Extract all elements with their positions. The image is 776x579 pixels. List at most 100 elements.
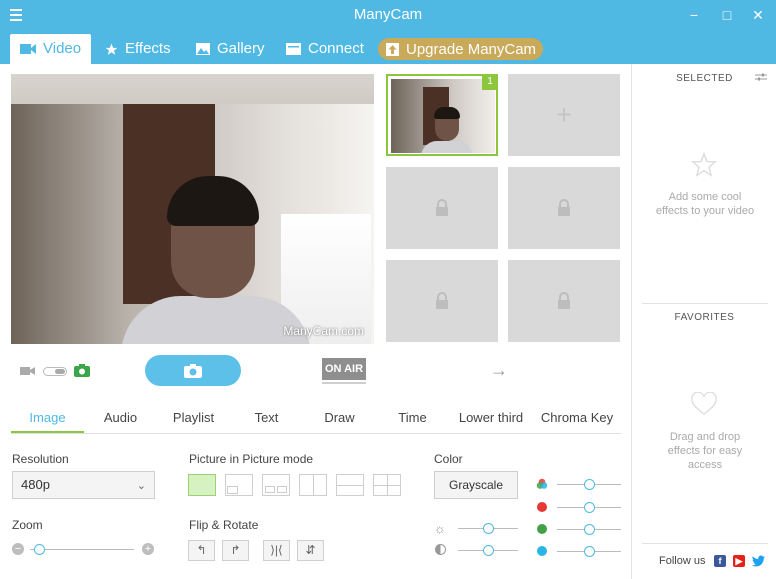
resolution-select[interactable]: 480p ⌄ [12, 471, 155, 499]
zoom-slider[interactable] [30, 549, 134, 550]
pip-mode-none[interactable] [188, 474, 216, 496]
contrast-slider-knob[interactable] [483, 545, 494, 556]
tab-effects-label: Effects [125, 40, 171, 57]
layer-slot-locked[interactable] [508, 167, 620, 249]
tab-chroma-key[interactable]: Chroma Key [535, 405, 619, 433]
rotate-right-button[interactable]: ↱ [222, 540, 249, 561]
favorites-header: FAVORITES [674, 312, 735, 323]
tab-video-label: Video [43, 40, 82, 57]
pip-mode-horizontal-split[interactable] [336, 474, 364, 496]
upgrade-button[interactable]: Upgrade ManyCam [378, 38, 543, 60]
tab-effects[interactable]: Effects [105, 34, 171, 64]
tab-gallery-label: Gallery [217, 40, 265, 57]
flip-horizontal-button[interactable]: ⟩|⟨ [263, 540, 290, 561]
video-mode-icon[interactable] [20, 365, 36, 377]
plus-icon: + [555, 99, 573, 130]
tab-playlist[interactable]: Playlist [157, 405, 230, 433]
flip-vertical-button[interactable]: ⇵ [297, 540, 324, 561]
blue-slider-knob[interactable] [584, 546, 595, 557]
red-channel-icon [537, 502, 547, 512]
tab-text[interactable]: Text [230, 405, 303, 433]
facebook-icon[interactable]: f [714, 555, 726, 567]
flip-horizontal-icon: ⟩|⟨ [270, 543, 283, 557]
pip-mode-side-by-side-small[interactable] [262, 474, 290, 496]
effects-sidebar: SELECTED Add some cool effects to your v… [631, 64, 776, 579]
settings-sliders-icon[interactable] [755, 72, 767, 82]
zoom-slider-knob[interactable] [34, 544, 45, 555]
star-icon [105, 43, 118, 55]
green-slider-knob[interactable] [584, 524, 595, 535]
pip-mode-vertical-split[interactable] [299, 474, 327, 496]
add-layer-button[interactable]: + [508, 74, 620, 156]
rotate-left-button[interactable]: ↰ [188, 540, 215, 561]
tab-image[interactable]: Image [11, 405, 84, 433]
tab-connect[interactable]: Connect [286, 34, 364, 64]
layer-slot-locked[interactable] [386, 260, 498, 342]
twitter-icon[interactable] [752, 555, 765, 567]
red-slider-knob[interactable] [584, 502, 595, 513]
monitor-icon [286, 43, 301, 55]
layer-slot-1[interactable]: 1 [386, 74, 498, 156]
tab-lower-third[interactable]: Lower third [451, 405, 531, 433]
rotate-left-icon: ↰ [196, 543, 207, 557]
image-icon [196, 43, 210, 55]
pip-mode-corner[interactable] [225, 474, 253, 496]
rgb-icon [536, 478, 548, 489]
pip-mode-quad[interactable] [373, 474, 401, 496]
camera-icon [184, 363, 202, 378]
tab-audio[interactable]: Audio [84, 405, 157, 433]
follow-us-label: Follow us [659, 555, 706, 567]
layer-slot-locked[interactable] [386, 167, 498, 249]
layer-thumbnail [391, 79, 495, 153]
green-channel-icon [537, 524, 547, 534]
zoom-out-icon[interactable]: − [12, 543, 24, 555]
resolution-label: Resolution [12, 452, 69, 466]
layer-slot-locked[interactable] [508, 260, 620, 342]
lock-icon [436, 292, 448, 309]
youtube-icon[interactable]: ▶ [733, 555, 745, 567]
watermark-text: ManyCam.com [283, 324, 364, 338]
lock-icon [436, 199, 448, 216]
flip-vertical-icon: ⇵ [305, 543, 316, 557]
mode-toggle[interactable] [43, 367, 67, 376]
layer-badge: 1 [482, 74, 498, 90]
lock-icon [558, 199, 570, 216]
zoom-in-icon[interactable]: + [142, 543, 154, 555]
arrow-right-icon[interactable]: → [490, 360, 508, 381]
upgrade-icon [386, 42, 399, 56]
on-air-button[interactable]: ON AIR [322, 358, 366, 384]
tab-gallery[interactable]: Gallery [196, 34, 265, 64]
rotate-right-icon: ↱ [230, 543, 241, 557]
maximize-button[interactable]: □ [717, 6, 737, 24]
color-label: Color [434, 452, 463, 466]
settings-tabs: Image Audio Playlist Text Draw Time Lowe… [11, 405, 621, 434]
chevron-down-icon: ⌄ [136, 480, 146, 492]
upgrade-label: Upgrade ManyCam [406, 40, 537, 58]
selected-hint: Add some cool effects to your video [655, 191, 755, 217]
rgb-slider-knob[interactable] [584, 479, 595, 490]
star-outline-icon [691, 152, 717, 178]
tab-time[interactable]: Time [376, 405, 449, 433]
video-camera-icon [20, 44, 36, 54]
lock-icon [558, 292, 570, 309]
blue-channel-icon [537, 546, 547, 556]
heart-outline-icon [691, 392, 717, 415]
zoom-label: Zoom [12, 518, 43, 532]
video-preview[interactable]: ManyCam.com [11, 74, 374, 344]
flip-rotate-label: Flip & Rotate [189, 518, 259, 532]
favorites-hint: Drag and drop effects for easy access [667, 431, 743, 471]
snapshot-button[interactable] [145, 355, 241, 386]
tab-draw[interactable]: Draw [303, 405, 376, 433]
title-bar: ManyCam − □ ✕ [0, 0, 776, 32]
resolution-value: 480p [21, 477, 50, 492]
tab-video[interactable]: Video [10, 34, 92, 64]
brightness-slider-knob[interactable] [483, 523, 494, 534]
close-button[interactable]: ✕ [748, 6, 768, 24]
pip-label: Picture in Picture mode [189, 452, 314, 466]
photo-mode-icon[interactable] [74, 364, 90, 377]
minimize-button[interactable]: − [684, 6, 704, 24]
tab-connect-label: Connect [308, 40, 364, 57]
grayscale-button[interactable]: Grayscale [434, 471, 518, 499]
app-title: ManyCam [353, 6, 423, 23]
brightness-icon: ☼ [434, 521, 446, 536]
